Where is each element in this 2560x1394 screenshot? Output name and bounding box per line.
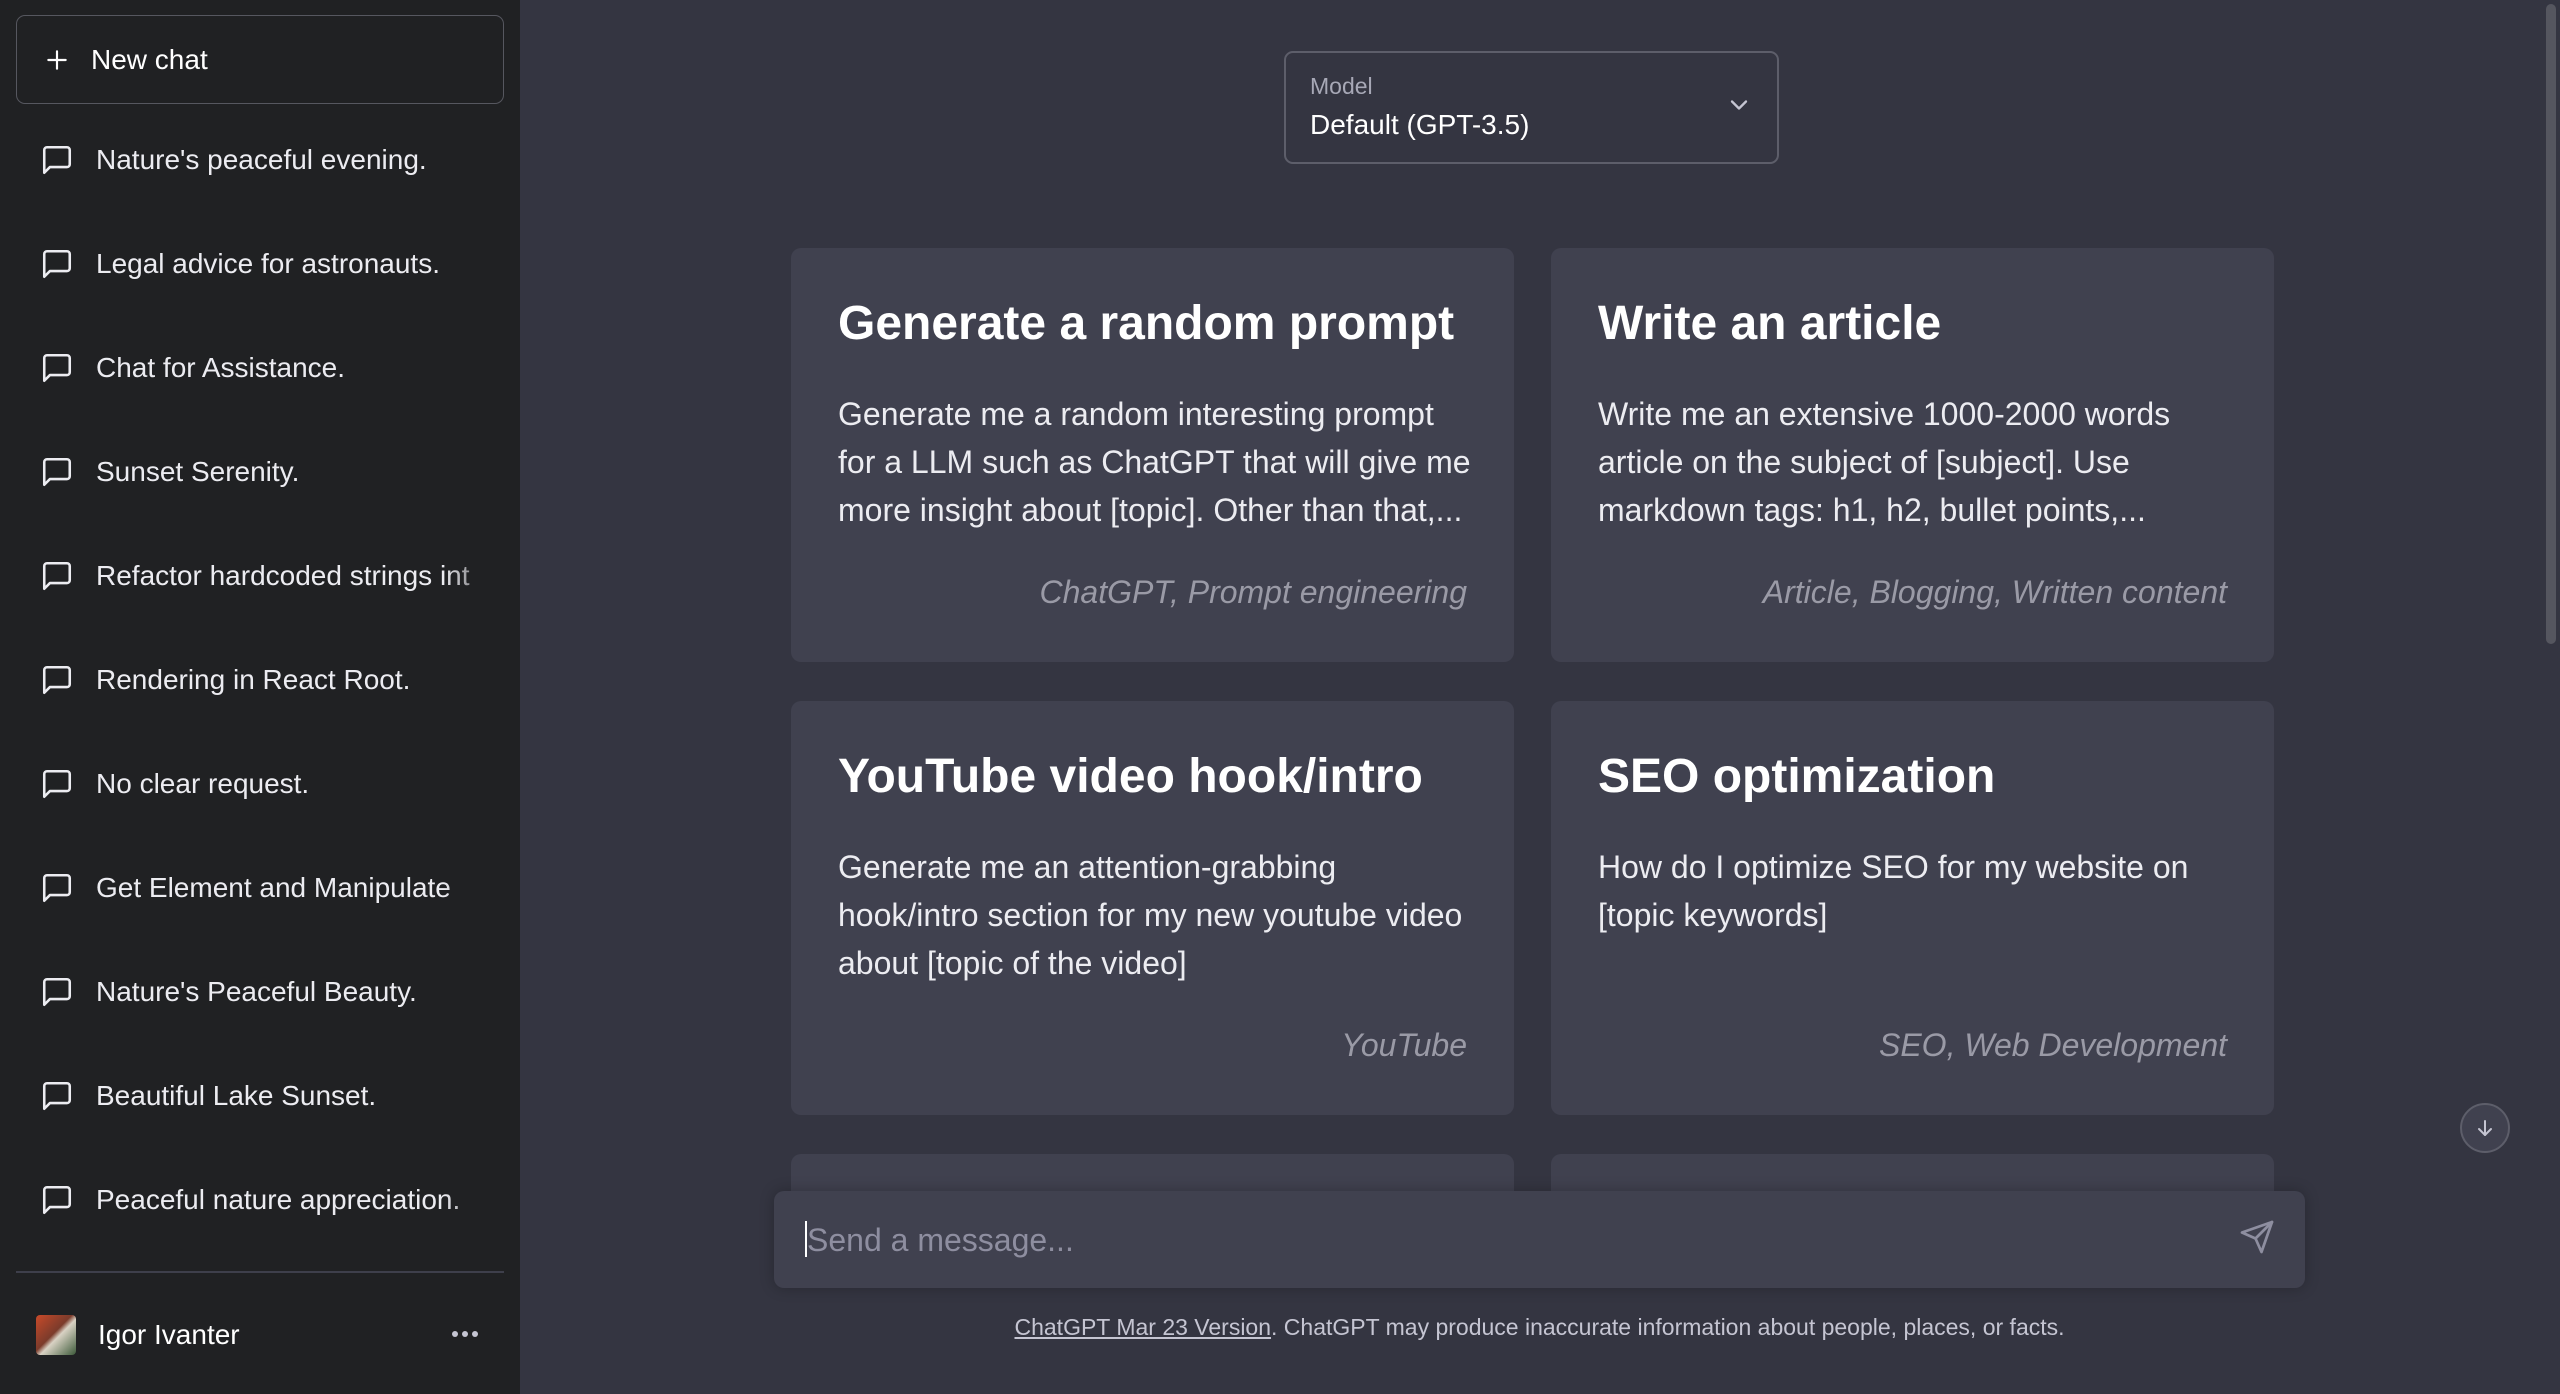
message-square-icon bbox=[42, 665, 72, 695]
message-square-icon bbox=[42, 353, 72, 383]
prompt-card-description: Generate me a random interesting prompt … bbox=[838, 396, 1471, 528]
sidebar-chat-label: Nature's peaceful evening. bbox=[96, 144, 427, 175]
sidebar-chat-label: Nature's Peaceful Beauty. bbox=[96, 976, 417, 1007]
sidebar-chat-label: Legal advice for astronauts. bbox=[96, 248, 440, 279]
message-square-icon bbox=[42, 145, 72, 175]
message-square-icon bbox=[42, 1185, 72, 1215]
sidebar-chat-item[interactable]: Nature's Peaceful Beauty. bbox=[16, 940, 504, 1044]
user-menu[interactable]: Igor Ivanter bbox=[16, 1295, 504, 1375]
prompt-card-title: YouTube video hook/intro bbox=[838, 750, 1423, 803]
sidebar-chat-item[interactable]: Refactor hardcoded strings int bbox=[16, 524, 504, 628]
prompt-card-description: Write me an extensive 1000-2000 words ar… bbox=[1598, 396, 2171, 528]
prompt-card-description: Generate me an attention-grabbing hook/i… bbox=[838, 849, 1463, 981]
message-composer bbox=[774, 1191, 2305, 1290]
sidebar-chat-item[interactable]: Sunset Serenity. bbox=[16, 420, 504, 524]
scroll-to-bottom-button[interactable] bbox=[2460, 1103, 2510, 1153]
prompt-card[interactable]: Write an article Write me an extensive 1… bbox=[1551, 248, 2274, 662]
sidebar-divider bbox=[16, 1271, 504, 1273]
sidebar-chat-label: Chat for Assistance. bbox=[96, 352, 346, 383]
prompt-card-tags: SEO, Web Development bbox=[1878, 1027, 2227, 1063]
prompt-card-tags: YouTube bbox=[1341, 1027, 1467, 1063]
prompt-card[interactable]: SEO optimization How do I optimize SEO f… bbox=[1551, 701, 2274, 1115]
message-square-icon bbox=[42, 561, 72, 591]
message-square-icon bbox=[42, 1081, 72, 1111]
version-link[interactable]: ChatGPT Mar 23 Version bbox=[1014, 1314, 1271, 1340]
sidebar-chat-label: Rendering in React Root. bbox=[96, 664, 411, 695]
user-name: Igor Ivanter bbox=[98, 1319, 240, 1350]
more-horizontal-icon[interactable] bbox=[448, 1317, 482, 1351]
model-caption: Model bbox=[1310, 73, 1373, 99]
sidebar-chat-label: Get Element and Manipulate bbox=[96, 872, 451, 903]
sidebar-chat-label: Peaceful nature appreciation. bbox=[96, 1184, 461, 1215]
sidebar-chat-item[interactable]: No clear request. bbox=[16, 732, 504, 836]
message-square-icon bbox=[42, 769, 72, 799]
chevron-down-icon bbox=[1725, 91, 1753, 119]
message-square-icon bbox=[42, 249, 72, 279]
avatar bbox=[36, 1315, 76, 1355]
message-square-icon bbox=[42, 977, 72, 1007]
sidebar-chat-label: Sunset Serenity. bbox=[96, 456, 300, 487]
model-selector[interactable]: Model Default (GPT-3.5) bbox=[1284, 51, 1779, 164]
send-icon[interactable] bbox=[2239, 1219, 2279, 1259]
prompt-card-title: Generate a random prompt bbox=[838, 297, 1455, 350]
chat-history-list: Nature's peaceful evening. Legal advice f… bbox=[16, 108, 504, 1252]
scrollbar[interactable] bbox=[2546, 4, 2556, 644]
new-chat-button[interactable]: New chat bbox=[16, 15, 504, 104]
sidebar-chat-item[interactable]: Beautiful Lake Sunset. bbox=[16, 1044, 504, 1148]
message-input[interactable] bbox=[805, 1191, 2209, 1290]
sidebar-chat-item[interactable]: Legal advice for astronauts. bbox=[16, 212, 504, 316]
sidebar-chat-label: No clear request. bbox=[96, 768, 310, 799]
prompt-card-tags: Article, Blogging, Written content bbox=[1762, 574, 2227, 610]
prompt-card[interactable]: Generate a random prompt Generate me a r… bbox=[791, 248, 1514, 662]
disclaimer-text: . ChatGPT may produce inaccurate informa… bbox=[1271, 1314, 2065, 1340]
prompt-card[interactable]: YouTube video hook/intro Generate me an … bbox=[791, 701, 1514, 1115]
sidebar-chat-item[interactable]: Peaceful nature appreciation. bbox=[16, 1148, 504, 1252]
sidebar-chat-label: Refactor hardcoded strings int bbox=[96, 560, 470, 591]
footer-disclaimer: ChatGPT Mar 23 Version. ChatGPT may prod… bbox=[774, 1314, 2305, 1341]
sidebar-chat-item[interactable]: Rendering in React Root. bbox=[16, 628, 504, 732]
sidebar-chat-label: Beautiful Lake Sunset. bbox=[96, 1080, 377, 1111]
sidebar-chat-item[interactable]: Get Element and Manipulate bbox=[16, 836, 504, 940]
prompt-card-description: How do I optimize SEO for my website on … bbox=[1598, 849, 2189, 933]
arrow-down-icon bbox=[2478, 1120, 2492, 1136]
plus-icon bbox=[41, 44, 73, 76]
sidebar-chat-item[interactable]: Nature's peaceful evening. bbox=[16, 108, 504, 212]
new-chat-label: New chat bbox=[91, 43, 208, 75]
prompt-card-title: Write an article bbox=[1598, 297, 1942, 350]
sidebar: New chat Nature's peaceful evening. Legal… bbox=[0, 0, 520, 1394]
prompt-card-title: SEO optimization bbox=[1598, 750, 1996, 803]
sidebar-chat-item[interactable]: Chat for Assistance. bbox=[16, 316, 504, 420]
model-value: Default (GPT-3.5) bbox=[1310, 109, 1530, 140]
message-square-icon bbox=[42, 457, 72, 487]
message-square-icon bbox=[42, 873, 72, 903]
prompt-card-tags: ChatGPT, Prompt engineering bbox=[1039, 574, 1468, 610]
